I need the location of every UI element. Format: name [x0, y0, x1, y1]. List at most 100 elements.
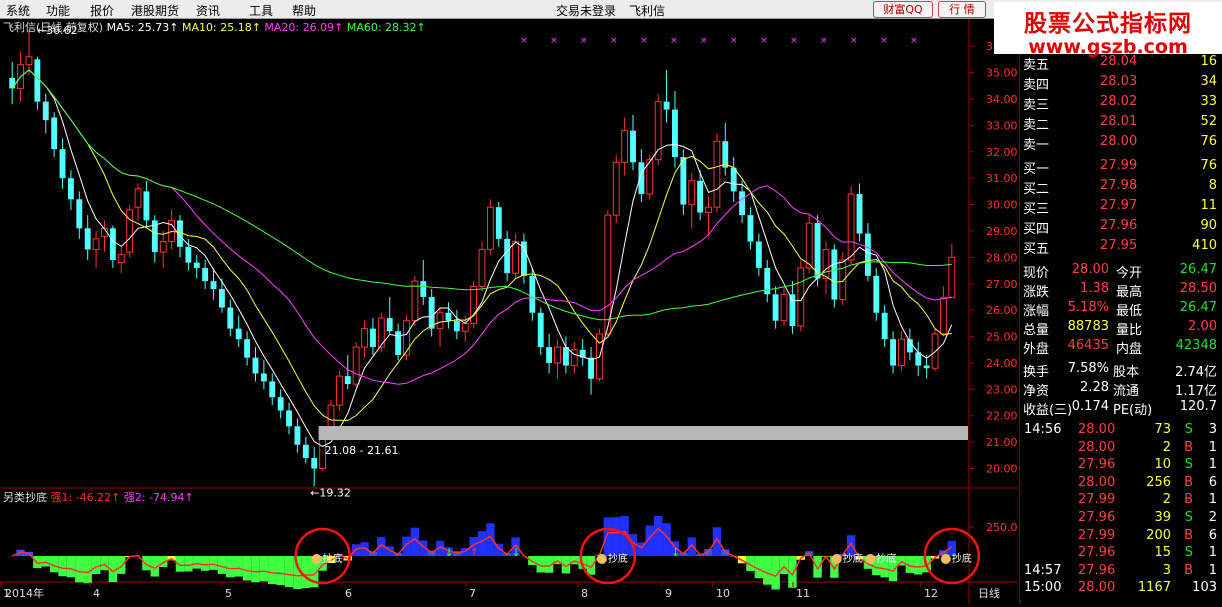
- market-button[interactable]: 行 情: [938, 1, 986, 18]
- indicator-bar: [763, 556, 771, 585]
- tick-time: 15:00: [1024, 580, 1061, 595]
- candle-body: [345, 376, 351, 384]
- quote-value: 46435: [1068, 338, 1109, 353]
- tick-side: S: [1185, 545, 1193, 560]
- x-tick-label: 11: [796, 587, 810, 600]
- candle-body: [487, 207, 493, 249]
- indicator-bar: [209, 556, 217, 570]
- indicator-bar: [193, 556, 201, 569]
- candle-body: [538, 313, 544, 347]
- tick-volume: 1167: [1138, 580, 1171, 595]
- menu-item-tools[interactable]: 工具: [249, 2, 273, 19]
- x-tick-label: 4: [93, 587, 100, 600]
- legend-ma20: MA20: 26.09↑: [264, 21, 346, 34]
- quote-label: 总量: [1023, 319, 1049, 338]
- chaodi-label: 抄底: [843, 552, 863, 565]
- ask-price: 28.00: [1100, 134, 1137, 149]
- ask-label: 卖一: [1023, 134, 1049, 153]
- tick-count: 2: [1209, 510, 1217, 525]
- candle-body: [496, 207, 502, 239]
- menu-item-system[interactable]: 系统: [6, 2, 30, 19]
- bid-volume: 11: [1200, 198, 1217, 213]
- signal-mark: ×: [670, 36, 678, 46]
- price-tick-label: 21.00: [986, 436, 1018, 449]
- legend-ma5: MA5: 25.73↑: [107, 21, 182, 34]
- candle-body: [362, 329, 368, 347]
- candle-body: [789, 294, 795, 326]
- tick-time: 14:57: [1024, 563, 1061, 578]
- tick-price: 27.99: [1078, 528, 1115, 543]
- down-arrow-icon: ↓: [512, 546, 521, 559]
- chart-svg[interactable]: 20.0021.0022.0023.0024.0025.0026.0027.00…: [0, 19, 1018, 604]
- candle-body: [253, 358, 259, 374]
- tick-price: 28.00: [1078, 422, 1115, 437]
- indicator-bar: [713, 527, 721, 556]
- indicator-bar: [813, 556, 821, 578]
- candle-body: [143, 191, 149, 220]
- menu-item-news[interactable]: 资讯: [196, 2, 220, 19]
- indicator-bar: [243, 556, 251, 580]
- bid-volume: 76: [1200, 158, 1217, 173]
- price-tick-label: 32.00: [986, 146, 1018, 159]
- candle-body: [135, 189, 141, 207]
- quote-label-2: 今开: [1116, 262, 1142, 281]
- candle-body: [613, 162, 619, 215]
- indicator-bar: [117, 556, 125, 574]
- indicator-bar: [226, 556, 234, 577]
- bid-volume: 8: [1209, 178, 1217, 193]
- bid-price: 27.97: [1100, 198, 1137, 213]
- x-tick-label: 2014年: [5, 586, 44, 600]
- candle-body: [303, 445, 309, 458]
- tick-row: 14:5628.0073S3: [1020, 421, 1222, 439]
- indicator-bar: [654, 516, 662, 556]
- indicator-bar: [218, 556, 226, 574]
- chaodi-bag-icon: [312, 554, 322, 564]
- candle-body: [420, 281, 426, 297]
- menu-item-help[interactable]: 帮助: [292, 2, 316, 19]
- candle-body: [471, 286, 477, 323]
- trade-status: 交易未登录: [556, 2, 616, 19]
- x-tick-label: 5: [225, 587, 232, 600]
- chart-area[interactable]: 20.0021.0022.0023.0024.0025.0026.0027.00…: [0, 19, 1018, 604]
- quote-label-2: 最高: [1116, 281, 1142, 300]
- candle-body: [76, 199, 82, 228]
- candle-body: [697, 181, 703, 213]
- indicator-bar: [914, 556, 922, 575]
- candle-body: [529, 276, 535, 313]
- bid-volume: 410: [1192, 238, 1217, 253]
- candle-body: [202, 268, 208, 281]
- fund-value-2: 1.17亿: [1175, 380, 1217, 399]
- wealth-qq-button[interactable]: 财富QQ: [873, 1, 933, 18]
- ask-row: 卖三28.0233: [1020, 93, 1222, 111]
- price-tick-label: 33.00: [986, 119, 1018, 132]
- menu-item-quote[interactable]: 报价: [90, 2, 114, 19]
- price-tick-label: 29.00: [986, 225, 1018, 238]
- candle-body: [278, 397, 284, 410]
- bid-row: 买三 27.97 11: [1020, 197, 1222, 215]
- bid-label: 买三: [1023, 198, 1049, 217]
- menu-item-hk-futures[interactable]: 港股期货: [131, 2, 179, 19]
- candle-body: [831, 249, 837, 299]
- signal-mark: ×: [790, 36, 798, 46]
- tick-side: B: [1184, 475, 1193, 490]
- candle-body: [664, 102, 670, 110]
- price-tick-label: 26.00: [986, 304, 1018, 317]
- indicator-bar: [276, 556, 284, 585]
- signal-mark: ×: [550, 36, 558, 46]
- ask-label: 卖三: [1023, 94, 1049, 113]
- candle-body: [353, 347, 359, 384]
- ask-label: 卖四: [1023, 74, 1049, 93]
- x-tick-label: 10: [716, 587, 730, 600]
- candle-body: [622, 131, 628, 163]
- candle-body: [462, 323, 468, 331]
- candle-body: [437, 313, 443, 329]
- quote-label-2: 量比: [1116, 319, 1142, 338]
- support-zone-label: 21.08 - 21.61: [325, 444, 399, 457]
- fund-label-2: 股本: [1113, 361, 1139, 380]
- x-tick-label: 6: [345, 587, 352, 600]
- candle-body: [60, 149, 66, 178]
- indicator-bar: [612, 517, 620, 556]
- menu-item-function[interactable]: 功能: [46, 2, 70, 19]
- period-label: 日线: [978, 586, 1000, 600]
- candle-body: [706, 207, 712, 212]
